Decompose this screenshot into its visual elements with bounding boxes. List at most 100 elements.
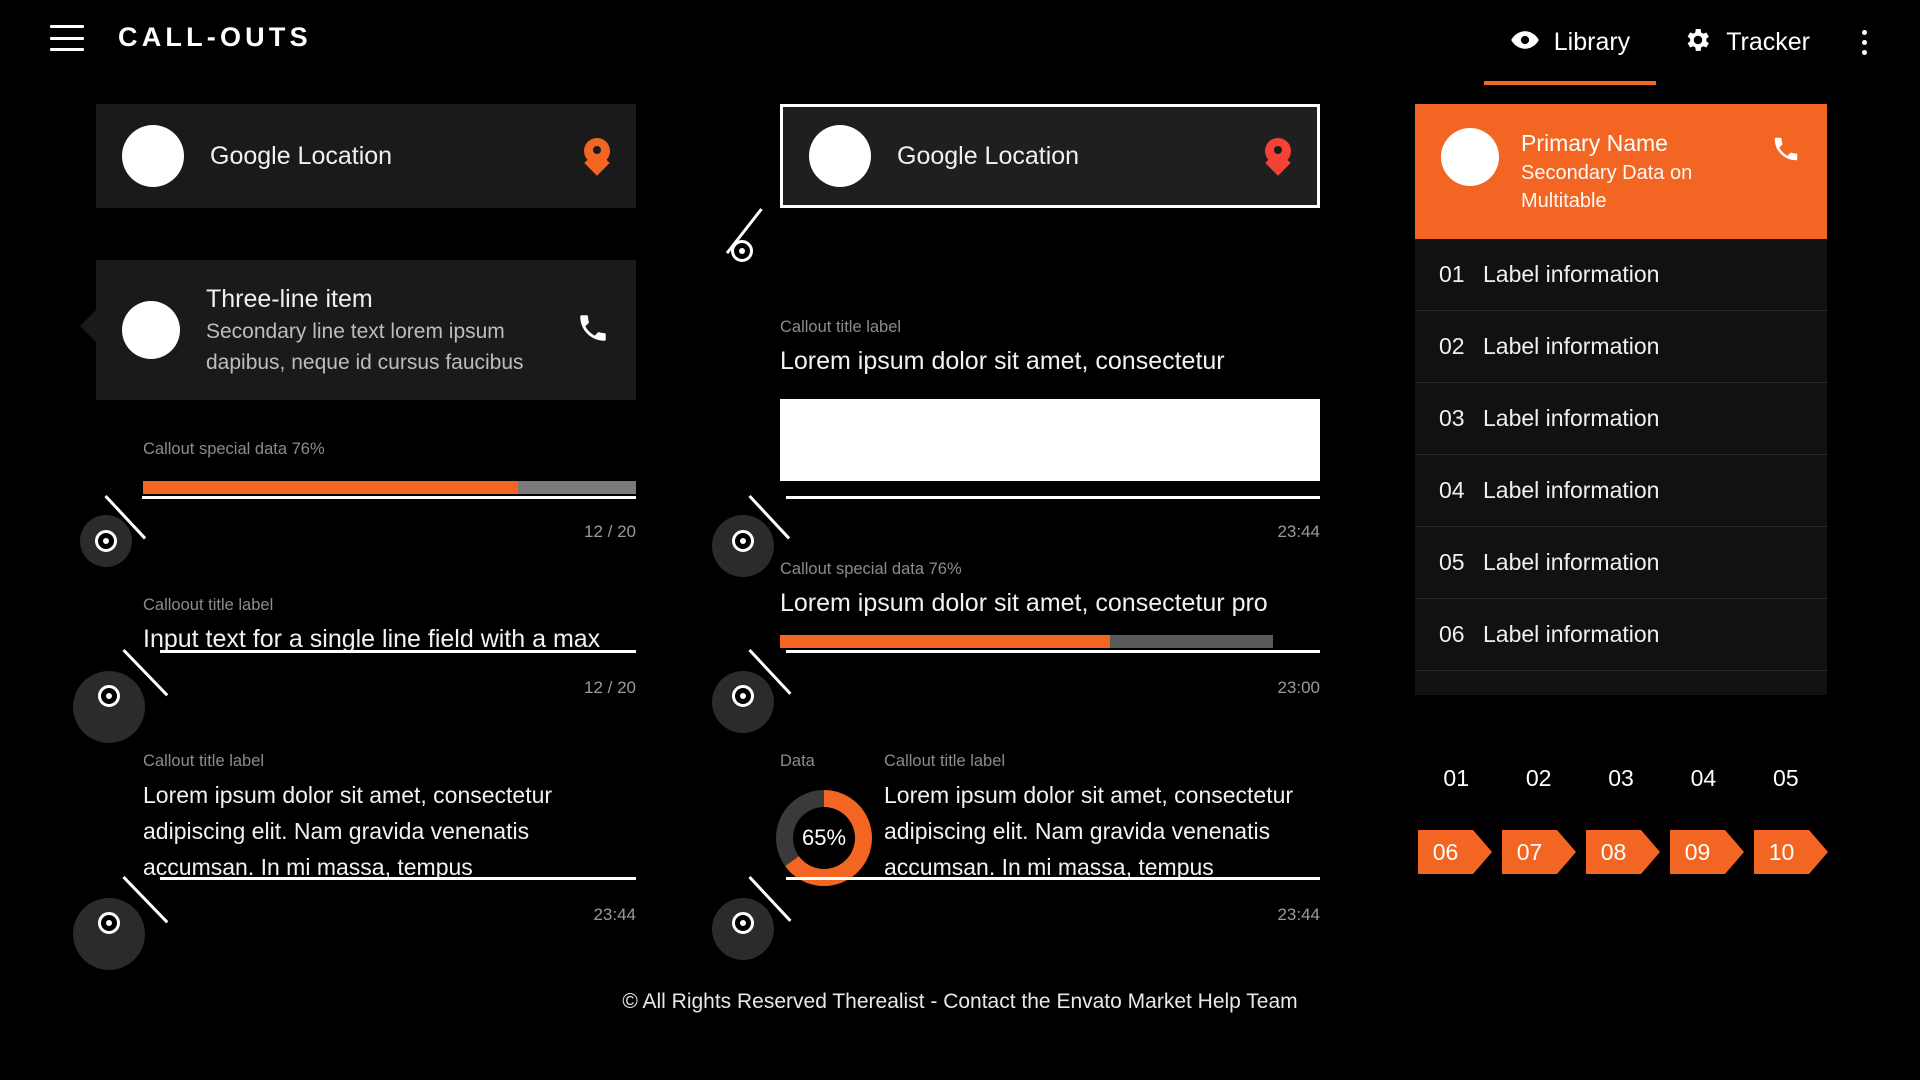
callout-leader-line <box>786 877 1320 880</box>
tag-chip[interactable]: 09 <box>1670 830 1744 874</box>
list-item[interactable]: 02 Label information <box>1415 311 1827 383</box>
callout-knob[interactable] <box>95 530 117 552</box>
callout-knob[interactable] <box>731 240 753 262</box>
progress-fill <box>780 635 1111 648</box>
map-pin-icon[interactable] <box>584 138 610 176</box>
right-panel-header[interactable]: Primary Name Secondary Data on Multitabl… <box>1415 104 1827 239</box>
list-item-number: 04 <box>1439 477 1465 503</box>
tag-chips-row: 06 07 08 09 10 <box>1418 830 1838 874</box>
right-panel-secondary-2: Multitable <box>1521 190 1607 212</box>
left-progress-label: Callout special data 76% <box>143 440 325 458</box>
list-item-number: 03 <box>1439 405 1465 431</box>
list-item[interactable]: 03 Label information <box>1415 383 1827 455</box>
three-line-secondary-1: Secondary line text lorem ipsum <box>206 320 505 343</box>
list-item[interactable]: 01 Label information <box>1415 239 1827 311</box>
eye-icon <box>1510 25 1540 60</box>
list-item[interactable]: 05 Label information <box>1415 527 1827 599</box>
tag-chip[interactable]: 07 <box>1502 830 1576 874</box>
avatar <box>1441 128 1499 186</box>
donut-chart: 65% <box>776 790 872 886</box>
callout-knob[interactable] <box>98 912 120 934</box>
list-item-label: Label information <box>1483 333 1660 359</box>
list-item[interactable]: 04 Label information <box>1415 455 1827 527</box>
avatar <box>809 125 871 187</box>
gear-icon <box>1682 25 1712 60</box>
middle-donut-counter: 23:44 <box>1277 905 1320 924</box>
middle-text-value[interactable]: Lorem ipsum dolor sit amet, consectetur <box>780 343 1320 379</box>
left-input-label: Calloout title label <box>143 596 274 614</box>
footer-copyright: © All Rights Reserved Therealist - Conta… <box>622 990 1298 1013</box>
phone-icon[interactable] <box>576 311 610 350</box>
left-paragraph-counter: 23:44 <box>593 905 636 924</box>
list-item-number: 01 <box>1439 261 1465 287</box>
left-paragraph-block: Callout title label Lorem ipsum dolor si… <box>143 752 636 885</box>
progress-bar <box>143 481 636 494</box>
white-content-field[interactable] <box>780 399 1320 481</box>
tab-library[interactable]: Library <box>1483 0 1657 85</box>
callout-knob[interactable] <box>98 685 120 707</box>
phone-icon[interactable] <box>1771 134 1801 169</box>
callout-knob[interactable] <box>732 530 754 552</box>
plain-chips-row: 01 02 03 04 05 <box>1415 765 1827 792</box>
right-panel-list: 01 Label information 02 Label informatio… <box>1415 239 1827 695</box>
donut-data-label: Data <box>780 752 815 770</box>
list-item-number: 06 <box>1439 621 1465 647</box>
plain-chip[interactable]: 02 <box>1497 765 1579 792</box>
list-item-label: Label information <box>1483 261 1660 287</box>
tag-chip[interactable]: 10 <box>1754 830 1828 874</box>
donut-paragraph-line-2: adipiscing elit. Nam gravida venenatis <box>884 818 1271 844</box>
three-line-primary: Three-line item <box>206 285 373 313</box>
donut-paragraph-line-1: Lorem ipsum dolor sit amet, consectetur <box>884 782 1294 808</box>
hamburger-menu-icon[interactable] <box>50 25 84 51</box>
list-item-label: Label information <box>1483 405 1660 431</box>
middle-text-counter: 23:44 <box>1277 522 1320 541</box>
middle-location-title: Google Location <box>897 141 1080 170</box>
middle-location-card[interactable]: Google Location <box>780 104 1320 208</box>
left-input-counter: 12 / 20 <box>584 678 636 697</box>
plain-chip[interactable]: 04 <box>1662 765 1744 792</box>
list-item[interactable]: 06 Label information <box>1415 599 1827 671</box>
tag-chip[interactable]: 08 <box>1586 830 1660 874</box>
right-panel-secondary-1: Secondary Data on <box>1521 162 1693 184</box>
left-paragraph-label: Callout title label <box>143 752 265 770</box>
page-title: CALL-OUTS <box>118 22 312 52</box>
tab-library-label: Library <box>1553 28 1631 56</box>
donut-title-label: Callout title label <box>884 752 1006 770</box>
progress-fill <box>143 481 518 494</box>
left-progress-block: Callout special data 76% <box>143 440 636 494</box>
right-panel: Primary Name Secondary Data on Multitabl… <box>1415 104 1827 695</box>
avatar <box>122 125 184 187</box>
three-line-secondary-2: dapibus, neque id cursus faucibus <box>206 351 524 374</box>
list-item-number: 05 <box>1439 549 1465 575</box>
app-header: CALL-OUTS Library Tracker <box>0 0 1920 85</box>
callout-knob[interactable] <box>732 912 754 934</box>
list-item-label: Label information <box>1483 477 1660 503</box>
middle-progress-counter: 23:00 <box>1277 678 1320 697</box>
left-location-card[interactable]: Google Location <box>96 104 636 208</box>
map-pin-icon[interactable] <box>1265 138 1291 176</box>
left-progress-counter: 12 / 20 <box>584 522 636 541</box>
progress-bar <box>780 635 1273 648</box>
middle-donut-paragraph: Callout title label Lorem ipsum dolor si… <box>884 752 1324 885</box>
tab-tracker[interactable]: Tracker <box>1656 0 1836 85</box>
plain-chip[interactable]: 05 <box>1745 765 1827 792</box>
tab-tracker-label: Tracker <box>1726 28 1810 56</box>
plain-chip[interactable]: 01 <box>1415 765 1497 792</box>
callout-leader-line <box>786 496 1320 499</box>
callout-leader-line <box>142 496 636 499</box>
callout-pointer <box>80 310 96 342</box>
middle-progress-block: Callout special data 76% Lorem ipsum dol… <box>780 560 1273 648</box>
knob-halo <box>73 671 145 743</box>
list-item-label: Label information <box>1483 549 1660 575</box>
callout-knob[interactable] <box>732 685 754 707</box>
callout-leader-line <box>786 650 1320 653</box>
callout-leader-line <box>160 650 636 653</box>
left-input-block: Calloout title label Input text for a si… <box>143 596 636 657</box>
left-three-line-card[interactable]: Three-line item Secondary line text lore… <box>96 260 636 400</box>
middle-progress-value: Lorem ipsum dolor sit amet, consectetur … <box>780 589 1268 617</box>
knob-halo <box>73 898 145 970</box>
more-vertical-icon[interactable] <box>1836 0 1892 85</box>
plain-chip[interactable]: 03 <box>1580 765 1662 792</box>
tag-chip[interactable]: 06 <box>1418 830 1492 874</box>
middle-text-block: Callout title label Lorem ipsum dolor si… <box>780 318 1320 481</box>
